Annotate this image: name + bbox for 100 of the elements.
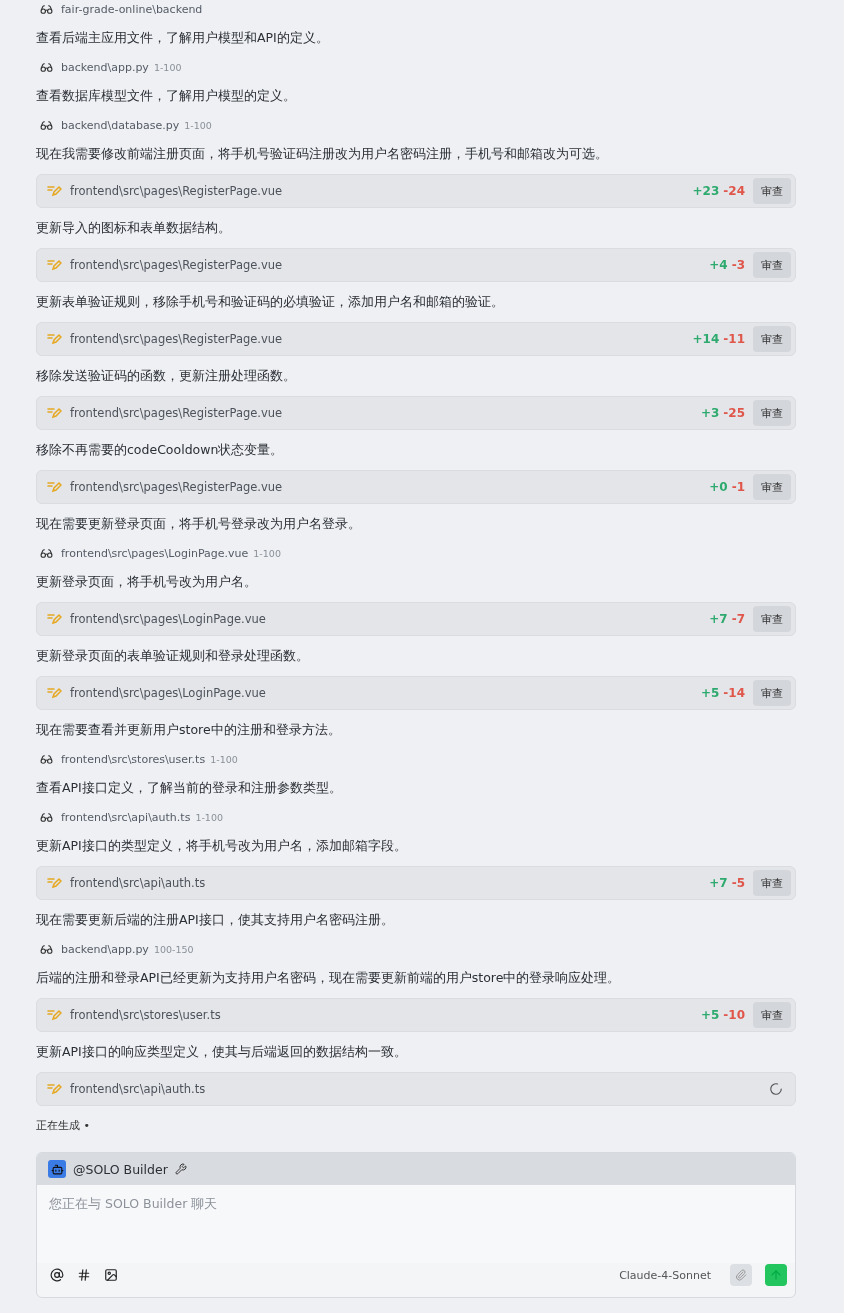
- mention-icon[interactable]: [50, 1268, 64, 1282]
- added-lines: +23: [692, 184, 720, 198]
- added-lines: +5: [700, 686, 720, 700]
- glasses-icon: [40, 60, 53, 74]
- message-text: 现在需要更新登录页面，将手机号登录改为用户名登录。: [36, 515, 362, 533]
- edit-icon: [47, 185, 62, 197]
- edit-icon: [47, 481, 62, 493]
- file-path[interactable]: frontend\src\api\auth.ts: [61, 810, 191, 824]
- line-range: 100-150: [153, 943, 194, 955]
- file-edit-card[interactable]: frontend\src\pages\RegisterPage.vue +3 -25 审查: [36, 396, 796, 430]
- removed-lines: -7: [731, 612, 745, 626]
- removed-lines: -14: [723, 686, 745, 700]
- file-edit-card[interactable]: frontend\src\pages\RegisterPage.vue +4 -3 审查: [36, 248, 796, 282]
- glasses-icon: [40, 810, 53, 824]
- line-range: 1-100: [153, 61, 182, 73]
- edit-icon: [47, 333, 62, 345]
- file-edit-card[interactable]: frontend\src\pages\RegisterPage.vue +23 -24 审查: [36, 174, 796, 208]
- file-path: frontend\src\pages\RegisterPage.vue: [70, 258, 284, 272]
- line-range: 1-100: [253, 547, 281, 559]
- added-lines: +4: [709, 258, 728, 272]
- edit-icon: [47, 687, 62, 699]
- glasses-icon: [40, 752, 53, 766]
- file-path: frontend\src\api\auth.ts: [70, 876, 207, 890]
- line-range: 1-100: [184, 119, 212, 131]
- file-path: frontend\src\pages\RegisterPage.vue: [70, 406, 284, 420]
- edit-icon: [47, 613, 62, 625]
- review-button[interactable]: 审查: [753, 680, 791, 706]
- file-path[interactable]: backend\app.py: [61, 942, 149, 956]
- wrench-icon[interactable]: [174, 1163, 187, 1175]
- review-button[interactable]: 审查: [753, 1002, 791, 1028]
- bot-icon: [48, 1160, 66, 1178]
- glasses-icon: [40, 2, 53, 16]
- added-lines: +5: [700, 1008, 720, 1022]
- glasses-icon: [40, 942, 53, 956]
- added-lines: +14: [692, 332, 720, 346]
- file-edit-card[interactable]: frontend\src\stores\user.ts +5 -10 审查: [36, 998, 796, 1032]
- file-path: frontend\src\pages\RegisterPage.vue: [70, 184, 284, 198]
- message-text: 更新导入的图标和表单数据结构。: [36, 219, 232, 237]
- added-lines: +3: [700, 406, 720, 420]
- file-path[interactable]: frontend\src\pages\LoginPage.vue: [61, 546, 249, 560]
- file-edit-card[interactable]: frontend\src\pages\LoginPage.vue +5 -14 审查: [36, 676, 796, 710]
- message-text: 移除发送验证码的函数，更新注册处理函数。: [36, 367, 297, 385]
- message-text: 更新表单验证规则，移除手机号和验证码的必填验证，添加用户名和邮箱的验证。: [36, 293, 505, 311]
- message-text: 更新API接口的响应类型定义，使其与后端返回的数据结构一致。: [36, 1043, 408, 1061]
- removed-lines: -5: [731, 876, 745, 890]
- file-edit-card[interactable]: frontend\src\api\auth.ts +7 -5 审查: [36, 866, 796, 900]
- added-lines: +0: [709, 480, 728, 494]
- added-lines: +7: [709, 876, 728, 890]
- glasses-icon: [40, 118, 53, 132]
- review-button[interactable]: 审查: [753, 474, 791, 500]
- glasses-icon: [40, 546, 53, 560]
- edit-icon: [47, 877, 62, 889]
- message-text: 现在我需要修改前端注册页面，将手机号验证码注册改为用户名密码注册，手机号和邮箱改为可选。: [36, 145, 609, 163]
- file-path[interactable]: backend\database.py: [61, 118, 180, 132]
- status-text: 正在生成 •: [36, 1118, 91, 1134]
- chat-input-box[interactable]: @SOLO Builder 您正在与 SOLO Builder 聊天 Claude-4-Sonnet: [36, 1152, 796, 1298]
- file-edit-card[interactable]: frontend\src\api\auth.ts: [36, 1072, 796, 1106]
- file-path: frontend\src\pages\LoginPage.vue: [70, 686, 267, 700]
- file-path: frontend\src\api\auth.ts: [70, 1082, 207, 1096]
- message-text: 查看后端主应用文件，了解用户模型和API的定义。: [36, 29, 330, 47]
- removed-lines: -10: [723, 1008, 745, 1022]
- review-button[interactable]: 审查: [753, 178, 791, 204]
- message-text: 查看数据库模型文件，了解用户模型的定义。: [36, 87, 297, 105]
- review-button[interactable]: 审查: [753, 252, 791, 278]
- model-selector[interactable]: Claude-4-Sonnet: [613, 1267, 717, 1283]
- file-path: frontend\src\stores\user.ts: [70, 1008, 222, 1022]
- removed-lines: -24: [723, 184, 745, 198]
- review-button[interactable]: 审查: [753, 400, 791, 426]
- file-edit-card[interactable]: frontend\src\pages\LoginPage.vue +7 -7 审查: [36, 602, 796, 636]
- paperclip-icon: [735, 1269, 747, 1281]
- removed-lines: -3: [731, 258, 745, 272]
- message-text: 现在需要查看并更新用户store中的注册和登录方法。: [36, 721, 342, 739]
- file-path[interactable]: backend\app.py: [61, 60, 149, 74]
- file-edit-card[interactable]: frontend\src\pages\RegisterPage.vue +14 -11 审查: [36, 322, 796, 356]
- added-lines: +7: [709, 612, 728, 626]
- review-button[interactable]: 审查: [753, 870, 791, 896]
- file-path[interactable]: fair-grade-online\backend: [61, 2, 203, 16]
- message-text: 更新登录页面的表单验证规则和登录处理函数。: [36, 647, 310, 665]
- edit-icon: [47, 1009, 62, 1021]
- agent-name: @SOLO Builder: [73, 1161, 168, 1177]
- message-text: 移除不再需要的codeCooldown状态变量。: [36, 441, 285, 459]
- message-text: 现在需要更新后端的注册API接口，使其支持用户名密码注册。: [36, 911, 395, 929]
- file-path[interactable]: frontend\src\stores\user.ts: [61, 752, 206, 766]
- file-path: frontend\src\pages\RegisterPage.vue: [70, 332, 284, 346]
- removed-lines: -11: [723, 332, 745, 346]
- file-path: frontend\src\pages\LoginPage.vue: [70, 612, 267, 626]
- line-range: 1-100: [195, 811, 223, 823]
- file-path: frontend\src\pages\RegisterPage.vue: [70, 480, 284, 494]
- file-edit-card[interactable]: frontend\src\pages\RegisterPage.vue +0 -1 审查: [36, 470, 796, 504]
- line-range: 1-100: [210, 753, 238, 765]
- edit-icon: [47, 259, 62, 271]
- message-text: 更新API接口的类型定义，将手机号改为用户名，添加邮箱字段。: [36, 837, 408, 855]
- image-icon[interactable]: [104, 1268, 118, 1282]
- edit-icon: [47, 1083, 62, 1095]
- hash-icon[interactable]: [77, 1268, 91, 1282]
- review-button[interactable]: 审查: [753, 606, 791, 632]
- message-text: 后端的注册和登录API已经更新为支持用户名密码，现在需要更新前端的用户store中的登录响应处理。: [36, 969, 622, 987]
- edit-icon: [47, 407, 62, 419]
- message-text: 查看API接口定义，了解当前的登录和注册参数类型。: [36, 779, 343, 797]
- review-button[interactable]: 审查: [753, 326, 791, 352]
